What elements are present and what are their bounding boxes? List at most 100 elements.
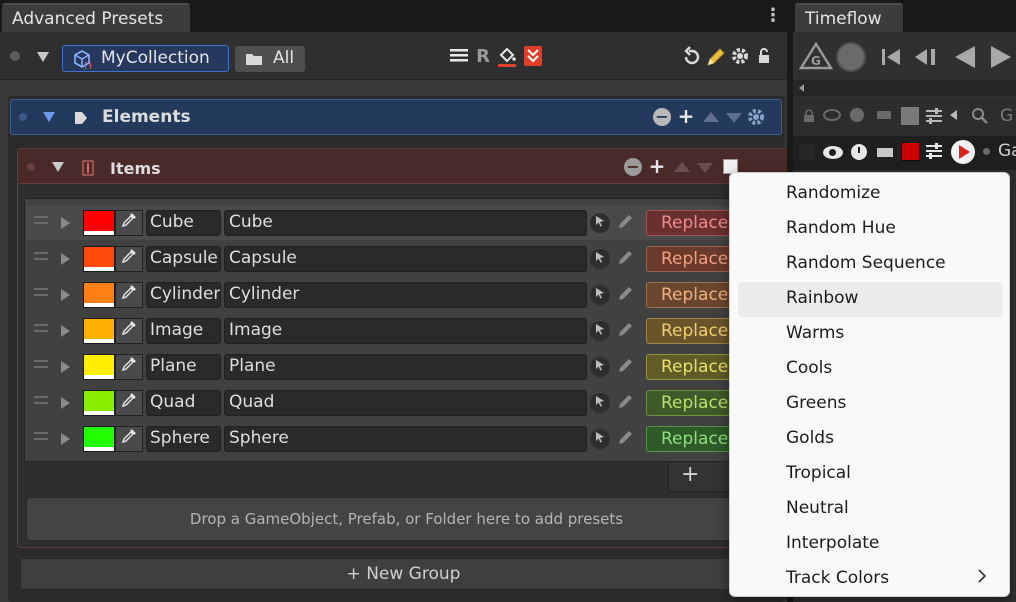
item-short-name-field[interactable]: Image	[146, 318, 221, 344]
item-color-swatch[interactable]	[83, 426, 115, 452]
timeline-ruler[interactable]	[793, 80, 1016, 96]
menu-item[interactable]: Cools	[738, 352, 1003, 387]
menu-item[interactable]: Warms	[738, 317, 1003, 352]
item-row[interactable]: Cube Cube Replace	[26, 206, 787, 240]
drag-handle-icon[interactable]	[34, 432, 48, 440]
collection-selector-button[interactable]: {} MyCollection	[62, 45, 229, 72]
tab-timeflow[interactable]: Timeflow	[795, 3, 903, 32]
reset-icon[interactable]: R	[474, 46, 492, 68]
tf-track-sliders-icon[interactable]	[925, 142, 943, 160]
drag-handle-icon[interactable]	[34, 252, 48, 260]
drag-handle-icon[interactable]	[34, 216, 48, 224]
item-short-name-field[interactable]: Cylinder	[146, 282, 221, 308]
scroll-left-icon[interactable]	[799, 84, 804, 92]
eyedropper-icon[interactable]	[115, 390, 143, 416]
tf-collapse-icon[interactable]	[950, 110, 957, 120]
tf-track-bar-icon[interactable]	[877, 148, 893, 157]
tf-color-square[interactable]	[901, 107, 919, 125]
collapse-triangle-icon[interactable]	[37, 52, 49, 62]
items-move-up-icon[interactable]	[674, 162, 690, 172]
elements-move-down-icon[interactable]	[726, 113, 742, 123]
tf-bar-icon[interactable]	[877, 111, 891, 119]
tf-track-lock[interactable]	[799, 144, 815, 160]
tab-advanced-presets[interactable]: Advanced Presets	[2, 3, 190, 32]
item-edit-pencil-icon[interactable]	[616, 248, 636, 270]
menu-item[interactable]: Random Sequence	[738, 247, 1003, 282]
item-name-field[interactable]: Quad	[224, 390, 587, 416]
items-collapse-triangle-icon[interactable]	[52, 162, 64, 172]
select-target-icon[interactable]	[590, 213, 610, 233]
tf-lock-icon[interactable]	[803, 108, 815, 122]
menu-item[interactable]: Neutral	[738, 492, 1003, 527]
item-edit-pencil-icon[interactable]	[616, 428, 636, 450]
expand-row-icon[interactable]	[61, 289, 70, 301]
item-edit-pencil-icon[interactable]	[616, 212, 636, 234]
tf-clock-icon[interactable]	[850, 108, 864, 122]
item-row[interactable]: Quad Quad Replace	[26, 386, 787, 420]
item-color-swatch[interactable]	[83, 354, 115, 380]
paint-bucket-icon[interactable]	[497, 45, 517, 69]
elements-move-up-icon[interactable]	[703, 112, 719, 122]
expand-row-icon[interactable]	[61, 433, 70, 445]
items-add-icon[interactable]: +	[648, 156, 666, 176]
drag-handle-icon[interactable]	[34, 396, 48, 404]
settings-gear-icon[interactable]	[730, 46, 750, 66]
select-target-icon[interactable]	[590, 357, 610, 377]
item-name-field[interactable]: Plane	[224, 354, 587, 380]
lock-icon[interactable]	[757, 48, 771, 64]
item-name-field[interactable]: Image	[224, 318, 587, 344]
item-color-swatch[interactable]	[83, 390, 115, 416]
items-move-down-icon[interactable]	[697, 163, 713, 173]
item-short-name-field[interactable]: Quad	[146, 390, 221, 416]
expand-row-icon[interactable]	[61, 325, 70, 337]
skip-to-start-icon[interactable]	[880, 46, 902, 68]
item-edit-pencil-icon[interactable]	[616, 356, 636, 378]
item-name-field[interactable]: Sphere	[224, 426, 587, 452]
elements-remove-icon[interactable]: −	[653, 108, 671, 126]
item-row[interactable]: Cylinder Cylinder Replace	[26, 278, 787, 312]
tf-track-visibility-icon[interactable]	[823, 146, 843, 159]
menu-item[interactable]: Interpolate	[738, 527, 1003, 562]
eyedropper-icon[interactable]	[115, 282, 143, 308]
menu-item[interactable]: Randomize	[738, 177, 1003, 212]
filter-all-button[interactable]: All	[235, 46, 305, 72]
select-target-icon[interactable]	[590, 321, 610, 341]
tf-search-icon[interactable]	[971, 107, 989, 125]
item-color-swatch[interactable]	[83, 210, 115, 236]
collapse-all-icon[interactable]	[523, 45, 543, 67]
new-group-button[interactable]: + New Group	[20, 558, 787, 590]
item-name-field[interactable]: Cube	[224, 210, 587, 236]
menu-item[interactable]: Golds	[738, 422, 1003, 457]
menu-item[interactable]: Tropical	[738, 457, 1003, 492]
menu-item[interactable]: Greens	[738, 387, 1003, 422]
record-icon[interactable]	[836, 42, 866, 72]
tf-track-clock-icon[interactable]	[851, 144, 867, 160]
item-name-field[interactable]: Capsule	[224, 246, 587, 272]
timeflow-track-row[interactable]: Ga	[793, 136, 1016, 170]
select-target-icon[interactable]	[590, 429, 610, 449]
expand-row-icon[interactable]	[61, 217, 70, 229]
play-forward-icon[interactable]	[988, 44, 1014, 70]
items-remove-icon[interactable]: −	[624, 158, 642, 176]
eyedropper-icon[interactable]	[115, 354, 143, 380]
tf-visibility-icon[interactable]	[823, 109, 841, 121]
item-edit-pencil-icon[interactable]	[616, 320, 636, 342]
expand-row-icon[interactable]	[61, 361, 70, 373]
item-short-name-field[interactable]: Capsule	[146, 246, 221, 272]
list-icon[interactable]	[448, 46, 470, 70]
kebab-menu-icon[interactable]: ⋮	[764, 6, 782, 26]
drag-handle-icon[interactable]	[34, 360, 48, 368]
item-short-name-field[interactable]: Plane	[146, 354, 221, 380]
item-name-field[interactable]: Cylinder	[224, 282, 587, 308]
drop-zone[interactable]: Drop a GameObject, Prefab, or Folder her…	[26, 497, 787, 541]
undo-icon[interactable]	[681, 46, 703, 68]
menu-item[interactable]: Track Colors	[738, 562, 1003, 597]
item-row[interactable]: Image Image Replace	[26, 314, 787, 348]
drag-handle-icon[interactable]	[34, 324, 48, 332]
elements-collapse-triangle-icon[interactable]	[43, 112, 55, 122]
eyedropper-icon[interactable]	[115, 318, 143, 344]
item-short-name-field[interactable]: Sphere	[146, 426, 221, 452]
select-target-icon[interactable]	[590, 393, 610, 413]
eyedropper-icon[interactable]	[115, 210, 143, 236]
tf-sliders-icon[interactable]	[925, 107, 943, 125]
